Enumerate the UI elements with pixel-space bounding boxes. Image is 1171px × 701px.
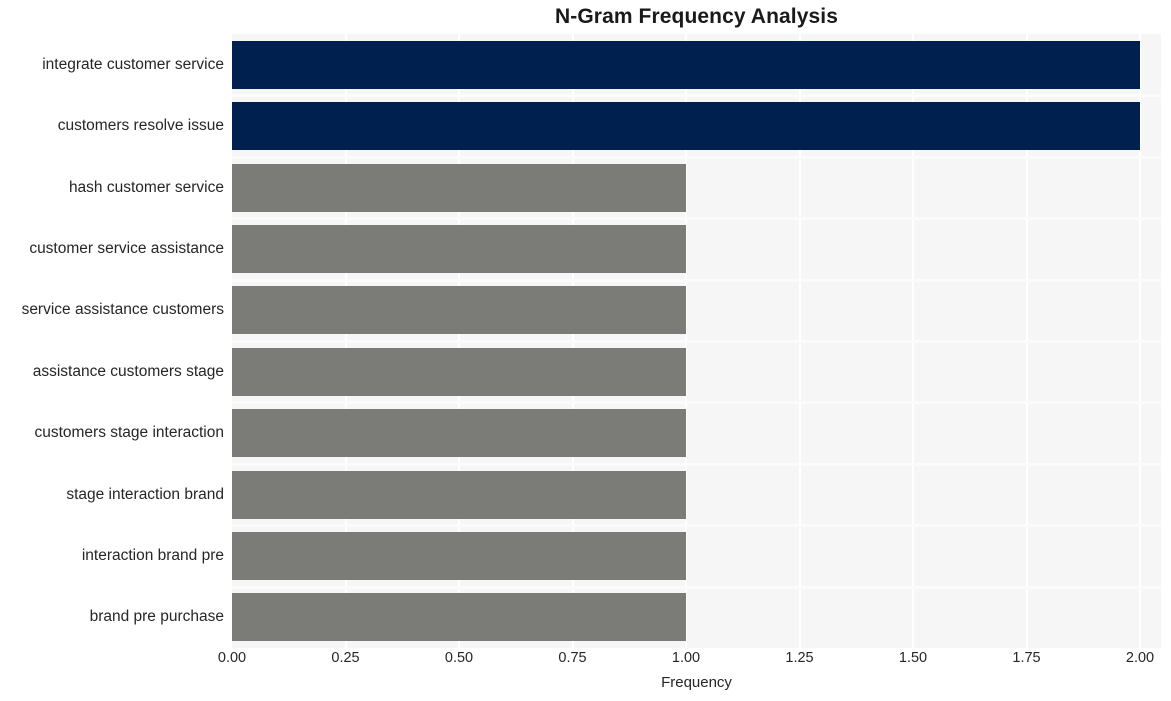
y-axis-tick-label: assistance customers stage xyxy=(32,362,224,380)
x-axis-tick-label: 0.00 xyxy=(217,650,247,666)
bar xyxy=(232,40,1140,89)
x-axis-tick-label: 1.50 xyxy=(898,650,928,666)
bar xyxy=(232,224,686,273)
y-axis-labels: integrate customer service customers reso… xyxy=(0,34,224,648)
y-axis-tick-label: integrate customer service xyxy=(42,55,224,73)
x-axis-tick-label: 0.75 xyxy=(558,650,587,666)
bar xyxy=(232,163,686,212)
x-axis-ticks: 0.00 0.25 0.50 0.75 1.00 1.25 1.50 1.75 2.00 xyxy=(218,650,1161,674)
plot-area xyxy=(232,34,1161,648)
ngram-frequency-chart: N-Gram Frequency Analysis integrate cust… xyxy=(0,0,1171,701)
bar xyxy=(232,470,686,519)
x-axis-tick-label: 1.75 xyxy=(1012,650,1041,666)
y-axis-tick-label: customers stage interaction xyxy=(34,424,224,442)
bar xyxy=(232,286,686,335)
y-axis-tick-label: stage interaction brand xyxy=(66,485,224,503)
chart-title: N-Gram Frequency Analysis xyxy=(555,5,838,28)
y-axis-tick-label: brand pre purchase xyxy=(89,608,224,626)
bar xyxy=(232,593,686,642)
x-axis-title: Frequency xyxy=(661,674,732,691)
bar xyxy=(232,409,686,458)
bar-series xyxy=(232,34,1161,648)
x-axis-tick-label: 0.25 xyxy=(331,650,360,666)
x-axis-tick-label: 1.00 xyxy=(671,650,701,666)
y-axis-tick-label: interaction brand pre xyxy=(81,546,224,564)
x-axis-tick-label: 0.50 xyxy=(444,650,474,666)
y-axis-tick-label: service assistance customers xyxy=(21,301,224,319)
bar xyxy=(232,531,686,580)
bar xyxy=(232,102,1140,151)
y-axis-tick-label: hash customer service xyxy=(68,178,224,196)
x-axis-tick-label: 1.25 xyxy=(785,650,814,666)
bar xyxy=(232,347,686,396)
y-axis-tick-label: customer service assistance xyxy=(29,239,224,257)
x-axis-tick-label: 2.00 xyxy=(1125,650,1155,666)
y-axis-tick-label: customers resolve issue xyxy=(57,117,224,135)
